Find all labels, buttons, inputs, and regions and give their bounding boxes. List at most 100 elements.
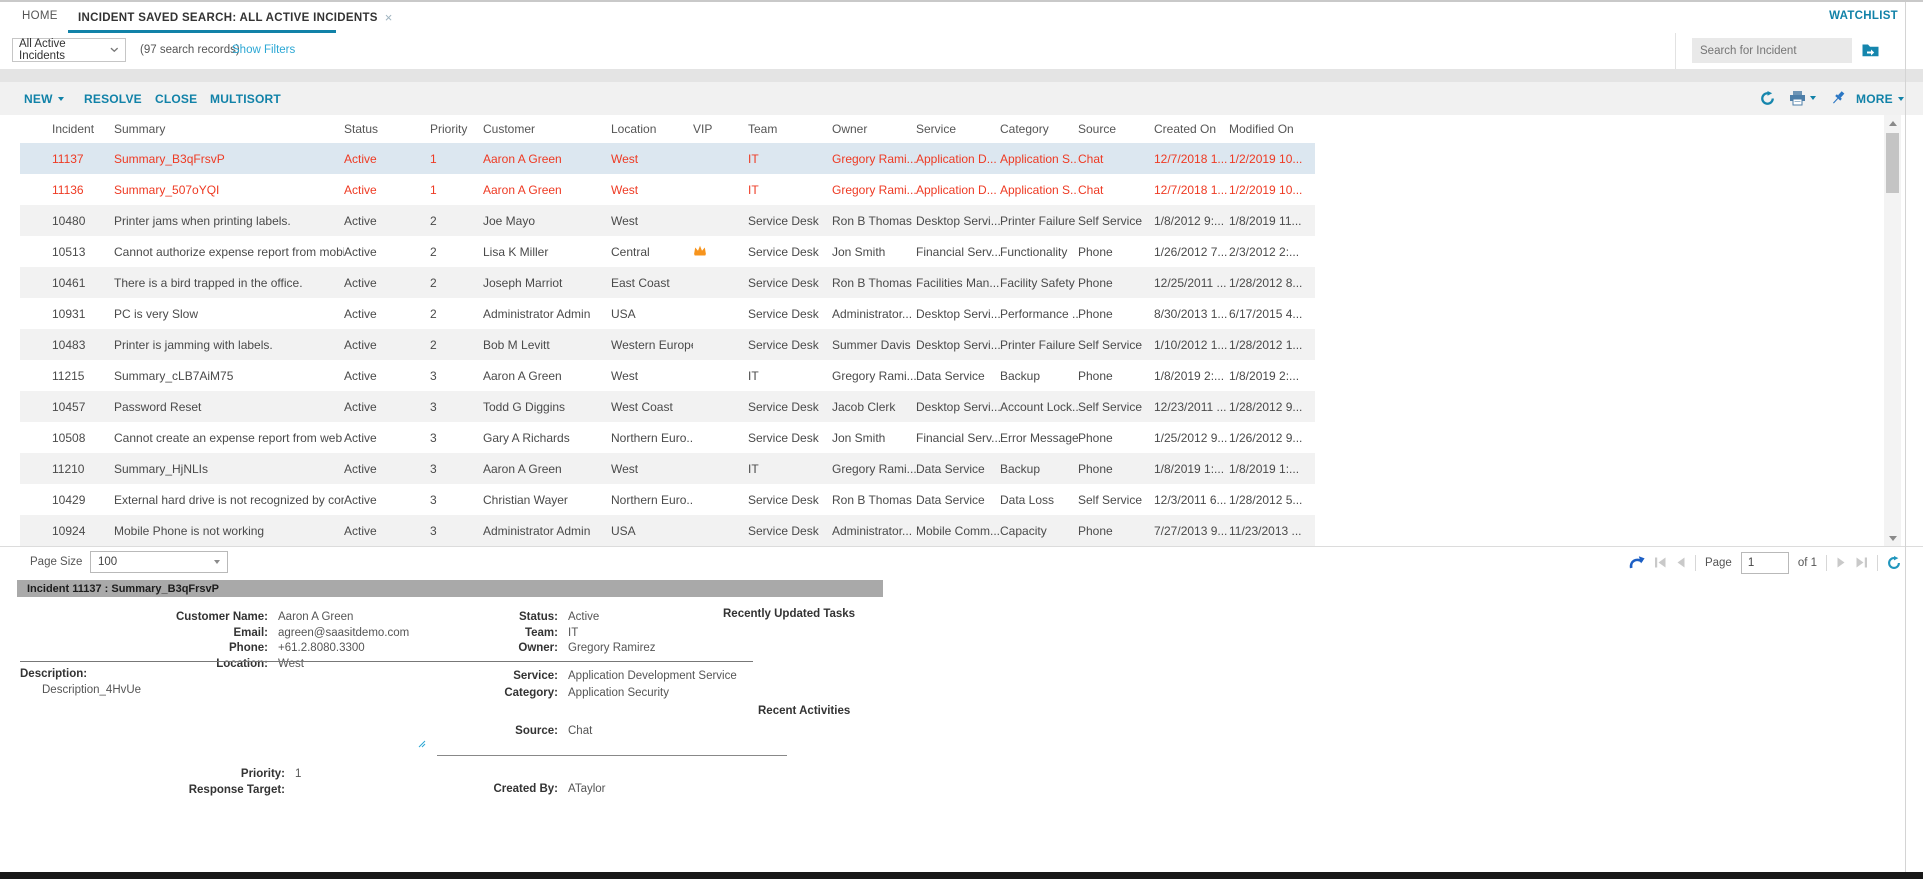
column-header-modified-on[interactable]: Modified On <box>1229 122 1315 136</box>
cell-priority: 3 <box>430 493 483 507</box>
column-header-vip[interactable]: VIP <box>693 122 748 136</box>
cell-modified_on: 11/23/2013 ... <box>1229 524 1315 538</box>
cell-location: West <box>611 152 693 166</box>
saved-search-select[interactable]: All Active Incidents <box>12 38 126 62</box>
table-row-incident-10429[interactable]: 10429External hard drive is not recogniz… <box>20 484 1315 515</box>
table-row-incident-10513[interactable]: 10513Cannot authorize expense report fro… <box>20 236 1315 267</box>
column-header-created-on[interactable]: Created On <box>1154 122 1229 136</box>
page-number-input[interactable] <box>1741 552 1789 574</box>
response-target-label: Response Target: <box>20 783 285 799</box>
column-header-team[interactable]: Team <box>748 122 832 136</box>
cell-priority: 3 <box>430 431 483 445</box>
page-size-select[interactable]: 100 <box>90 551 228 573</box>
next-page-icon <box>1836 557 1846 568</box>
cell-status: Active <box>344 462 430 476</box>
last-page-button[interactable] <box>1855 557 1868 568</box>
scroll-up-button[interactable] <box>1884 115 1901 131</box>
tab-close-icon[interactable]: × <box>385 11 393 24</box>
cell-category: Application S... <box>1000 152 1078 166</box>
tab-home[interactable]: HOME <box>22 10 58 22</box>
toolbar-gap <box>0 69 1923 82</box>
refresh-page-button[interactable] <box>1887 556 1901 570</box>
cell-owner: Gregory Rami... <box>832 183 916 197</box>
cell-source: Self Service <box>1078 493 1154 507</box>
column-header-location[interactable]: Location <box>611 122 693 136</box>
saved-search-value: All Active Incidents <box>19 38 110 62</box>
table-row-incident-10461[interactable]: 10461There is a bird trapped in the offi… <box>20 267 1315 298</box>
new-button[interactable]: NEW <box>24 92 64 106</box>
column-header-incident[interactable]: Incident <box>20 122 114 136</box>
column-header-priority[interactable]: Priority <box>430 122 483 136</box>
cell-customer: Bob M Levitt <box>483 338 611 352</box>
watchlist-link[interactable]: WATCHLIST <box>1829 10 1898 22</box>
service-group: Service:Application Development Service … <box>430 668 737 702</box>
column-header-source[interactable]: Source <box>1078 122 1154 136</box>
grid-scrollbar[interactable] <box>1884 115 1901 546</box>
show-filters-link[interactable]: Show Filters <box>232 44 295 56</box>
cell-modified_on: 1/8/2019 1:... <box>1229 462 1315 476</box>
scrollbar-thumb[interactable] <box>1886 133 1899 193</box>
resolve-button[interactable]: RESOLVE <box>84 92 142 106</box>
cell-team: Service Desk <box>748 276 832 290</box>
table-row-incident-10457[interactable]: 10457Password ResetActive3Todd G Diggins… <box>20 391 1315 422</box>
page-edge-line <box>1905 2 1906 872</box>
resize-handle-icon[interactable] <box>418 740 426 748</box>
category-label: Category: <box>430 685 558 702</box>
table-row-incident-11215[interactable]: 11215Summary_cLB7AiM75Active3Aaron A Gre… <box>20 360 1315 391</box>
table-row-incident-10924[interactable]: 10924Mobile Phone is not workingActive3A… <box>20 515 1315 546</box>
owner-label: Owner: <box>430 641 558 657</box>
created-by-group: Created By:ATaylor <box>430 782 606 798</box>
cell-location: USA <box>611 524 693 538</box>
next-page-button[interactable] <box>1836 557 1846 568</box>
more-button[interactable]: MORE <box>1856 92 1904 106</box>
cell-customer: Todd G Diggins <box>483 400 611 414</box>
cell-service: Financial Serv... <box>916 431 1000 445</box>
pin-view-button[interactable] <box>1830 90 1846 106</box>
table-row-incident-10508[interactable]: 10508Cannot create an expense report fro… <box>20 422 1315 453</box>
cell-priority: 3 <box>430 369 483 383</box>
cell-source: Phone <box>1078 276 1154 290</box>
table-row-incident-10483[interactable]: 10483Printer is jamming with labels.Acti… <box>20 329 1315 360</box>
column-header-owner[interactable]: Owner <box>832 122 916 136</box>
cell-source: Self Service <box>1078 338 1154 352</box>
cell-created_on: 12/3/2011 6... <box>1154 493 1229 507</box>
first-page-button[interactable] <box>1654 557 1667 568</box>
multisort-button[interactable]: MULTISORT <box>210 92 281 106</box>
column-header-customer[interactable]: Customer <box>483 122 611 136</box>
cell-summary: Printer jams when printing labels. <box>114 214 344 228</box>
column-header-summary[interactable]: Summary <box>114 122 344 136</box>
cell-created_on: 1/8/2012 9:... <box>1154 214 1229 228</box>
incident-search-box <box>1692 38 1852 63</box>
revert-selection-button[interactable] <box>1628 555 1645 570</box>
cell-team: IT <box>748 183 832 197</box>
search-records-count: (97 search records) <box>140 44 240 56</box>
cell-incident: 11137 <box>20 152 114 166</box>
column-header-category[interactable]: Category <box>1000 122 1078 136</box>
cell-service: Desktop Servi... <box>916 400 1000 414</box>
column-header-status[interactable]: Status <box>344 122 430 136</box>
print-button[interactable] <box>1789 90 1816 106</box>
scroll-down-button[interactable] <box>1884 530 1901 546</box>
cell-team: Service Desk <box>748 338 832 352</box>
search-input[interactable] <box>1692 45 1858 57</box>
cell-team: Service Desk <box>748 245 832 259</box>
cell-modified_on: 1/28/2012 8... <box>1229 276 1315 290</box>
table-row-incident-10480[interactable]: 10480Printer jams when printing labels.A… <box>20 205 1315 236</box>
close-button[interactable]: CLOSE <box>155 92 197 106</box>
cell-team: Service Desk <box>748 524 832 538</box>
table-row-incident-11137[interactable]: 11137Summary_B3qFrsvPActive1Aaron A Gree… <box>20 143 1315 174</box>
cell-priority: 2 <box>430 245 483 259</box>
cell-source: Self Service <box>1078 214 1154 228</box>
cell-created_on: 12/23/2011 ... <box>1154 400 1229 414</box>
cell-category: Data Loss <box>1000 493 1078 507</box>
table-row-incident-11210[interactable]: 11210Summary_HjNLIsActive3Aaron A GreenW… <box>20 453 1315 484</box>
table-row-incident-11136[interactable]: 11136Summary_507oYQIActive1Aaron A Green… <box>20 174 1315 205</box>
open-search-folder-button[interactable] <box>1862 43 1879 62</box>
previous-page-button[interactable] <box>1676 557 1686 568</box>
refresh-grid-button[interactable] <box>1760 91 1775 106</box>
tab-incident-saved-search[interactable]: INCIDENT SAVED SEARCH: ALL ACTIVE INCIDE… <box>72 2 398 33</box>
table-row-incident-10931[interactable]: 10931PC is very SlowActive2Administrator… <box>20 298 1315 329</box>
customer-info-group: Customer Name:Aaron A Green Email:agreen… <box>20 610 409 672</box>
column-header-service[interactable]: Service <box>916 122 1000 136</box>
cell-status: Active <box>344 400 430 414</box>
